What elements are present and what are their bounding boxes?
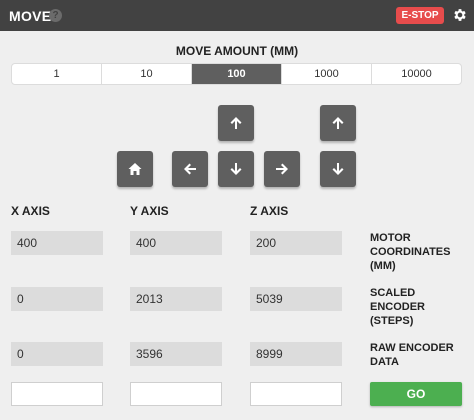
raw-z-value: 8999 xyxy=(250,342,342,366)
move-amount-option-10000[interactable]: 10000 xyxy=(372,64,461,84)
estop-button[interactable]: E-STOP xyxy=(396,7,444,24)
motor-y-value: 400 xyxy=(130,231,222,255)
move-amount-option-100[interactable]: 100 xyxy=(192,64,282,84)
y-down-button[interactable] xyxy=(218,151,254,187)
help-icon[interactable]: ? xyxy=(49,9,62,22)
y-target-input[interactable] xyxy=(130,382,222,406)
x-target-input[interactable] xyxy=(11,382,103,406)
z-down-button[interactable] xyxy=(320,151,356,187)
y-axis-label: Y AXIS xyxy=(130,204,169,218)
raw-y-value: 3596 xyxy=(130,342,222,366)
move-amount-option-1[interactable]: 1 xyxy=(12,64,102,84)
raw-x-value: 0 xyxy=(11,342,103,366)
scaled-z-value: 5039 xyxy=(250,287,342,311)
scaled-x-value: 0 xyxy=(11,287,103,311)
scaled-encoder-label: SCALED ENCODER (STEPS) xyxy=(370,287,426,327)
arrow-left-icon xyxy=(184,163,196,175)
page-title: MOVE xyxy=(9,8,52,24)
arrow-up-icon xyxy=(230,117,242,129)
motor-x-value: 400 xyxy=(11,231,103,255)
home-button[interactable] xyxy=(117,151,153,187)
arrow-down-icon xyxy=(230,163,242,175)
header-bar: MOVE ? E-STOP xyxy=(0,0,474,31)
x-right-button[interactable] xyxy=(264,151,300,187)
move-amount-selector: 1 10 100 1000 10000 xyxy=(11,63,462,85)
home-icon xyxy=(128,163,142,175)
z-up-button[interactable] xyxy=(320,105,356,141)
motor-coordinates-label: MOTOR COORDINATES (MM) xyxy=(370,232,451,272)
move-amount-title: MOVE AMOUNT (MM) xyxy=(175,44,299,58)
arrow-right-icon xyxy=(276,163,288,175)
go-button[interactable]: GO xyxy=(370,382,462,406)
motor-z-value: 200 xyxy=(250,231,342,255)
y-up-button[interactable] xyxy=(218,105,254,141)
move-amount-option-1000[interactable]: 1000 xyxy=(282,64,372,84)
scaled-y-value: 2013 xyxy=(130,287,222,311)
arrow-down-icon xyxy=(332,163,344,175)
z-axis-label: Z AXIS xyxy=(250,204,289,218)
z-target-input[interactable] xyxy=(250,382,342,406)
x-axis-label: X AXIS xyxy=(11,204,50,218)
raw-encoder-label: RAW ENCODER DATA xyxy=(370,342,454,368)
move-amount-option-10[interactable]: 10 xyxy=(102,64,192,84)
x-left-button[interactable] xyxy=(172,151,208,187)
arrow-up-icon xyxy=(332,117,344,129)
gear-icon[interactable] xyxy=(452,7,468,23)
